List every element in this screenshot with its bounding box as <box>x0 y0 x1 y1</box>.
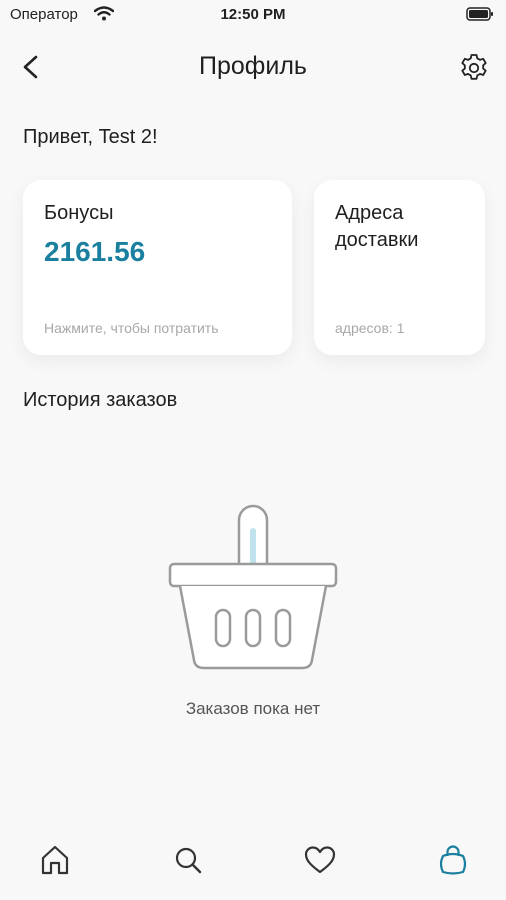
page-title: Профиль <box>199 52 307 80</box>
home-icon <box>41 845 69 875</box>
empty-orders-text: Заказов пока нет <box>185 699 321 718</box>
battery-icon <box>466 7 493 21</box>
greeting-text: Привет, Test 2! <box>23 126 158 148</box>
addresses-card[interactable]: Адреса доставки адресов: 1 <box>314 180 485 355</box>
tab-search[interactable] <box>170 842 206 878</box>
search-icon <box>175 847 202 874</box>
orders-section-title: История заказов <box>23 389 178 411</box>
gear-icon[interactable] <box>456 50 492 86</box>
heart-icon <box>304 846 336 874</box>
bonus-card-hint: Нажмите, чтобы потратить <box>44 320 219 336</box>
tab-orders[interactable] <box>435 842 471 878</box>
bonus-balance: 2161.56 <box>44 236 146 267</box>
tab-home[interactable] <box>37 842 73 878</box>
bonus-card-title: Бонусы <box>44 202 114 224</box>
bonus-card[interactable]: Бонусы 2161.56 Нажмите, чтобы потратить <box>23 180 292 355</box>
clock: 12:50 PM <box>220 6 286 23</box>
tab-bar <box>0 830 506 890</box>
addresses-card-title: Адреса доставки <box>335 202 419 251</box>
status-bar: Оператор 12:50 PM <box>0 0 506 32</box>
tab-favorites[interactable] <box>302 842 338 878</box>
addresses-count: адресов: 1 <box>335 320 405 336</box>
nav-header: Профиль <box>0 40 506 96</box>
bag-icon <box>439 845 467 875</box>
empty-basket-icon <box>168 504 338 670</box>
